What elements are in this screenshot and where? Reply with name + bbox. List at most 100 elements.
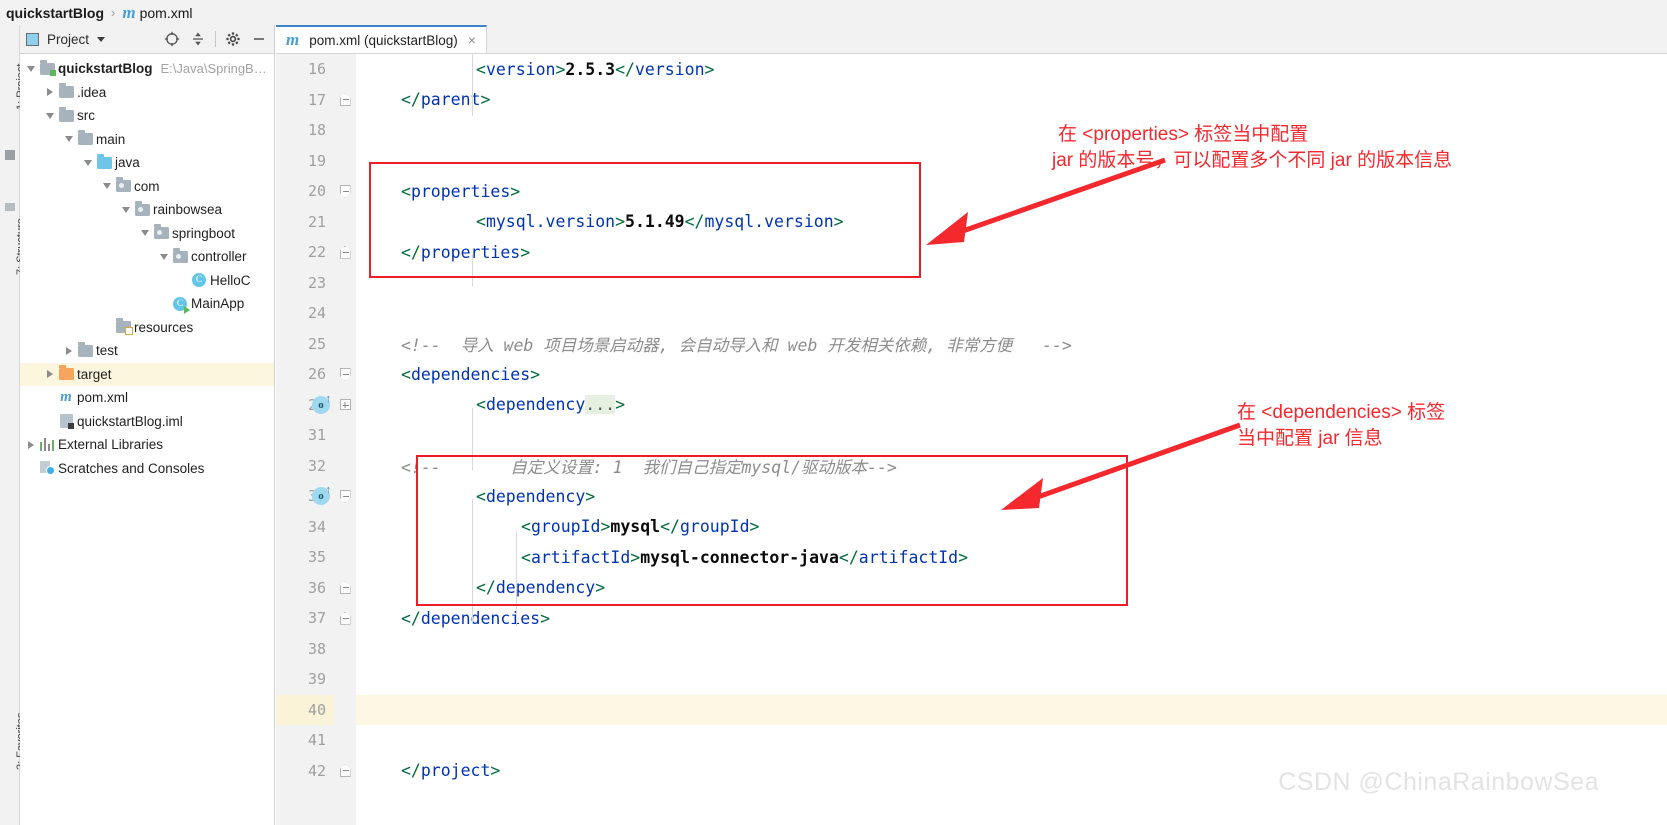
tree-item-com[interactable]: com [20, 175, 274, 199]
tree-item-mainapp[interactable]: C MainApp [20, 292, 274, 316]
line-number: 40 [276, 694, 334, 725]
tree-item-scratches-and-consoles[interactable]: Scratches and Consoles [20, 457, 274, 481]
tree-item-external-libraries[interactable]: External Libraries [20, 433, 274, 457]
chevron-down-icon[interactable] [62, 136, 76, 143]
crosshair-icon[interactable] [163, 30, 181, 48]
maven-reimport-marker-icon[interactable]: o ↑ [312, 393, 331, 414]
project-tool-window: Project quickstartBlog E:\Java\SpringB… .i… [20, 25, 275, 825]
chevron-down-icon[interactable] [43, 112, 57, 119]
code-line-17[interactable]: 17 </parent> [276, 84, 1667, 115]
chevron-right-icon[interactable] [24, 440, 38, 449]
indent-guide [472, 408, 473, 470]
code-line-23[interactable]: 23 [276, 267, 1667, 298]
code-line-18[interactable]: 18 [276, 115, 1667, 146]
tree-item-controller[interactable]: controller [20, 245, 274, 269]
line-number: 37 [276, 603, 334, 634]
tree-item-main[interactable]: main [20, 128, 274, 152]
tree-item-label: test [96, 343, 118, 359]
tree-item-rainbowsea[interactable]: rainbowsea [20, 198, 274, 222]
code-line-26[interactable]: 26 <dependencies> [276, 359, 1667, 390]
fold-collapse-icon[interactable] [339, 489, 351, 503]
line-number: 26 [276, 359, 334, 390]
code-line-31[interactable]: 31 [276, 420, 1667, 451]
code-token: mysql.version [485, 212, 616, 232]
code-line-37[interactable]: 37 </dependencies> [276, 603, 1667, 634]
code-line-36[interactable]: 36 </dependency> [276, 572, 1667, 603]
fold-collapse-icon[interactable] [339, 245, 351, 259]
code-token: <!-- 导入 web 项目场景启动器, 会自动导入和 web 开发相关依赖, … [401, 335, 1072, 355]
collapse-all-icon[interactable] [189, 30, 207, 48]
code-line-34[interactable]: 34 <groupId>mysql</groupId> [276, 511, 1667, 542]
tree-item-pom-xml[interactable]: m pom.xml [20, 386, 274, 410]
tree-item--idea[interactable]: .idea [20, 81, 274, 105]
watermark: CSDN @ChinaRainbowSea [1278, 768, 1599, 796]
chevron-right-icon[interactable] [43, 370, 57, 379]
fold-collapse-icon[interactable] [339, 611, 351, 625]
code-token: > [520, 242, 531, 262]
tree-item-helloc[interactable]: C HelloC [20, 269, 274, 293]
code-line-19[interactable]: 19 [276, 145, 1667, 176]
code-token: > [480, 90, 491, 110]
code-line-33[interactable]: 33o↑<dependency> [276, 481, 1667, 512]
tree-item-src[interactable]: src [20, 104, 274, 128]
code-line-40[interactable]: 40 [276, 694, 1667, 725]
gear-icon[interactable] [224, 30, 242, 48]
code-editor[interactable]: 16 <version>2.5.3</version> 17 </parent> 18 1… [276, 54, 1667, 825]
tree-item-target[interactable]: target [20, 362, 274, 386]
code-line-27[interactable]: 27o↑<dependency...> [276, 389, 1667, 420]
chevron-down-icon[interactable] [24, 65, 38, 72]
tree-item-path: E:\Java\SpringB… [160, 61, 267, 77]
line-number: 31 [276, 420, 334, 451]
tree-item-test[interactable]: test [20, 339, 274, 363]
code-token: > [490, 761, 501, 781]
code-line-21[interactable]: 21 <mysql.version>5.1.49</mysql.version> [276, 206, 1667, 237]
tree-item-label: controller [191, 249, 247, 265]
code-line-35[interactable]: 35 <artifactId>mysql-connector-java</arti… [276, 542, 1667, 573]
breadcrumb-file[interactable]: pom.xml [140, 5, 193, 21]
tree-item-quickstartblog[interactable]: quickstartBlog E:\Java\SpringB… [20, 57, 274, 81]
fold-collapse-icon[interactable] [339, 581, 351, 595]
chevron-down-icon[interactable] [81, 159, 95, 166]
tree-item-label: HelloC [210, 272, 251, 288]
code-line-24[interactable]: 24 [276, 298, 1667, 329]
tree-item-springboot[interactable]: springboot [20, 222, 274, 246]
chevron-down-icon[interactable] [97, 36, 106, 42]
code-line-25[interactable]: 25 <!-- 导入 web 项目场景启动器, 会自动导入和 web 开发相关依赖… [276, 328, 1667, 359]
chevron-down-icon[interactable] [100, 183, 114, 190]
tree-item-resources[interactable]: resources [20, 316, 274, 340]
code-line-text: <!-- 自定义设置: 1 我们自己指定mysql/驱动版本--> [356, 454, 1667, 478]
close-icon[interactable]: × [468, 32, 476, 48]
tab-pom-xml[interactable]: m pom.xml (quickstartBlog) × [276, 25, 487, 53]
breadcrumb-project[interactable]: quickstartBlog [6, 5, 104, 21]
fold-collapse-icon[interactable] [339, 764, 351, 778]
code-token: 2.5.3 [565, 59, 616, 79]
chevron-right-icon[interactable] [62, 346, 76, 355]
fold-collapse-icon[interactable] [339, 367, 351, 381]
code-line-text: <version>2.5.3</version> [356, 60, 1667, 79]
tree-item-java[interactable]: java [20, 151, 274, 175]
fold-collapse-icon[interactable] [339, 184, 351, 198]
code-token: ... [585, 395, 616, 415]
line-number: 39 [276, 664, 334, 695]
code-line-20[interactable]: 20 <properties> [276, 176, 1667, 207]
tree-item-label: main [96, 131, 126, 147]
code-line-16[interactable]: 16 <version>2.5.3</version> [276, 54, 1667, 85]
chevron-down-icon[interactable] [138, 230, 152, 237]
code-line-32[interactable]: 32 <!-- 自定义设置: 1 我们自己指定mysql/驱动版本--> [276, 450, 1667, 481]
code-line-39[interactable]: 39 [276, 664, 1667, 695]
chevron-down-icon[interactable] [157, 253, 171, 260]
minimize-icon[interactable] [250, 30, 268, 48]
code-token: > [958, 547, 969, 567]
code-line-41[interactable]: 41 [276, 725, 1667, 756]
code-token: </ [660, 517, 680, 537]
fold-expand-icon[interactable] [339, 399, 351, 411]
chevron-down-icon[interactable] [119, 206, 133, 213]
fold-gutter-cell [334, 450, 356, 481]
code-line-22[interactable]: 22 </properties> [276, 237, 1667, 268]
fold-gutter-cell [334, 603, 356, 634]
fold-collapse-icon[interactable] [339, 93, 351, 107]
tree-item-quickstartblog-iml[interactable]: quickstartBlog.iml [20, 410, 274, 434]
indent-guide [472, 499, 473, 624]
code-line-38[interactable]: 38 [276, 633, 1667, 664]
chevron-right-icon[interactable] [43, 88, 57, 97]
